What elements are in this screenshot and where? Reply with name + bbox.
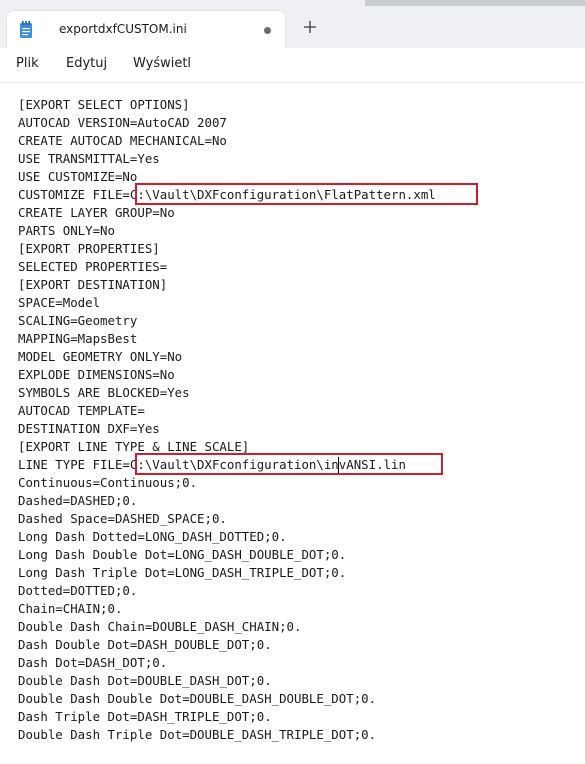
text-line: PARTS ONLY=No — [18, 223, 115, 238]
menu-file[interactable]: Plik — [16, 56, 39, 71]
text-line: SYMBOLS ARE BLOCKED=Yes — [18, 385, 190, 400]
text-line: SCALING=Geometry — [18, 313, 138, 328]
text-line: AUTOCAD TEMPLATE= — [18, 403, 145, 418]
window-edge-strip — [365, 0, 585, 6]
tab-title: exportdxfCUSTOM.ini — [59, 22, 187, 36]
text-line: MAPPING=MapsBest — [18, 331, 138, 346]
text-line: EXPLODE DIMENSIONS=No — [18, 367, 175, 382]
text-line: Dash Double Dot=DASH_DOUBLE_DOT;0. — [18, 637, 272, 652]
text-line: Dashed Space=DASHED_SPACE;0. — [18, 511, 227, 526]
text-line: Double Dash Dot=DOUBLE_DASH_DOT;0. — [18, 673, 272, 688]
menu-view[interactable]: Wyświetl — [133, 56, 191, 71]
text-line: DESTINATION DXF=Yes — [18, 421, 160, 436]
text-line: CREATE AUTOCAD MECHANICAL=No — [18, 133, 227, 148]
title-bar: exportdxfCUSTOM.ini — [0, 0, 585, 49]
text-line: Long Dash Dotted=LONG_DASH_DOTTED;0. — [18, 529, 287, 544]
text-editor[interactable]: [EXPORT SELECT OPTIONS] AUTOCAD VERSION=A… — [0, 83, 585, 764]
text-line: CUSTOMIZE FILE=C:\Vault\DXFconfiguration… — [18, 187, 436, 202]
text-line: AUTOCAD VERSION=AutoCAD 2007 — [18, 115, 227, 130]
text-line: [EXPORT DESTINATION] — [18, 277, 168, 292]
menu-bar: Plik Edytuj Wyświetl — [0, 48, 585, 83]
text-line: SELECTED PROPERTIES= — [18, 259, 168, 274]
plus-icon[interactable] — [301, 18, 319, 36]
text-line: CREATE LAYER GROUP=No — [18, 205, 175, 220]
text-line: SPACE=Model — [18, 295, 101, 310]
unsaved-indicator-icon[interactable] — [264, 27, 271, 34]
text-line: USE CUSTOMIZE=No — [18, 169, 138, 184]
text-line: Continuous=Continuous;0. — [18, 475, 198, 490]
text-line: Dash Triple Dot=DASH_TRIPLE_DOT;0. — [18, 709, 272, 724]
text-line: Long Dash Double Dot=LONG_DASH_DOUBLE_DO… — [18, 547, 347, 562]
text-line: Dotted=DOTTED;0. — [18, 583, 138, 598]
notepad-document-icon — [20, 21, 32, 38]
text-line: Dashed=DASHED;0. — [18, 493, 138, 508]
text-line: USE TRANSMITTAL=Yes — [18, 151, 160, 166]
text-line: [EXPORT SELECT OPTIONS] — [18, 97, 190, 112]
text-line: Dash Dot=DASH_DOT;0. — [18, 655, 168, 670]
text-line: Double Dash Double Dot=DOUBLE_DASH_DOUBL… — [18, 691, 377, 706]
text-line: Double Dash Triple Dot=DOUBLE_DASH_TRIPL… — [18, 727, 377, 742]
text-line: MODEL GEOMETRY ONLY=No — [18, 349, 183, 364]
document-text[interactable]: [EXPORT SELECT OPTIONS] AUTOCAD VERSION=A… — [18, 96, 436, 744]
text-line: [EXPORT LINE TYPE & LINE SCALE] — [18, 439, 250, 454]
text-line: Double Dash Chain=DOUBLE_DASH_CHAIN;0. — [18, 619, 302, 634]
text-line: Chain=CHAIN;0. — [18, 601, 123, 616]
menu-edit[interactable]: Edytuj — [66, 56, 107, 71]
text-caret — [338, 457, 339, 473]
tab-document[interactable]: exportdxfCUSTOM.ini — [6, 10, 286, 48]
text-line: [EXPORT PROPERTIES] — [18, 241, 160, 256]
text-line: Long Dash Triple Dot=LONG_DASH_TRIPLE_DO… — [18, 565, 347, 580]
text-line: LINE TYPE FILE=C:\Vault\DXFconfiguration… — [18, 457, 406, 472]
